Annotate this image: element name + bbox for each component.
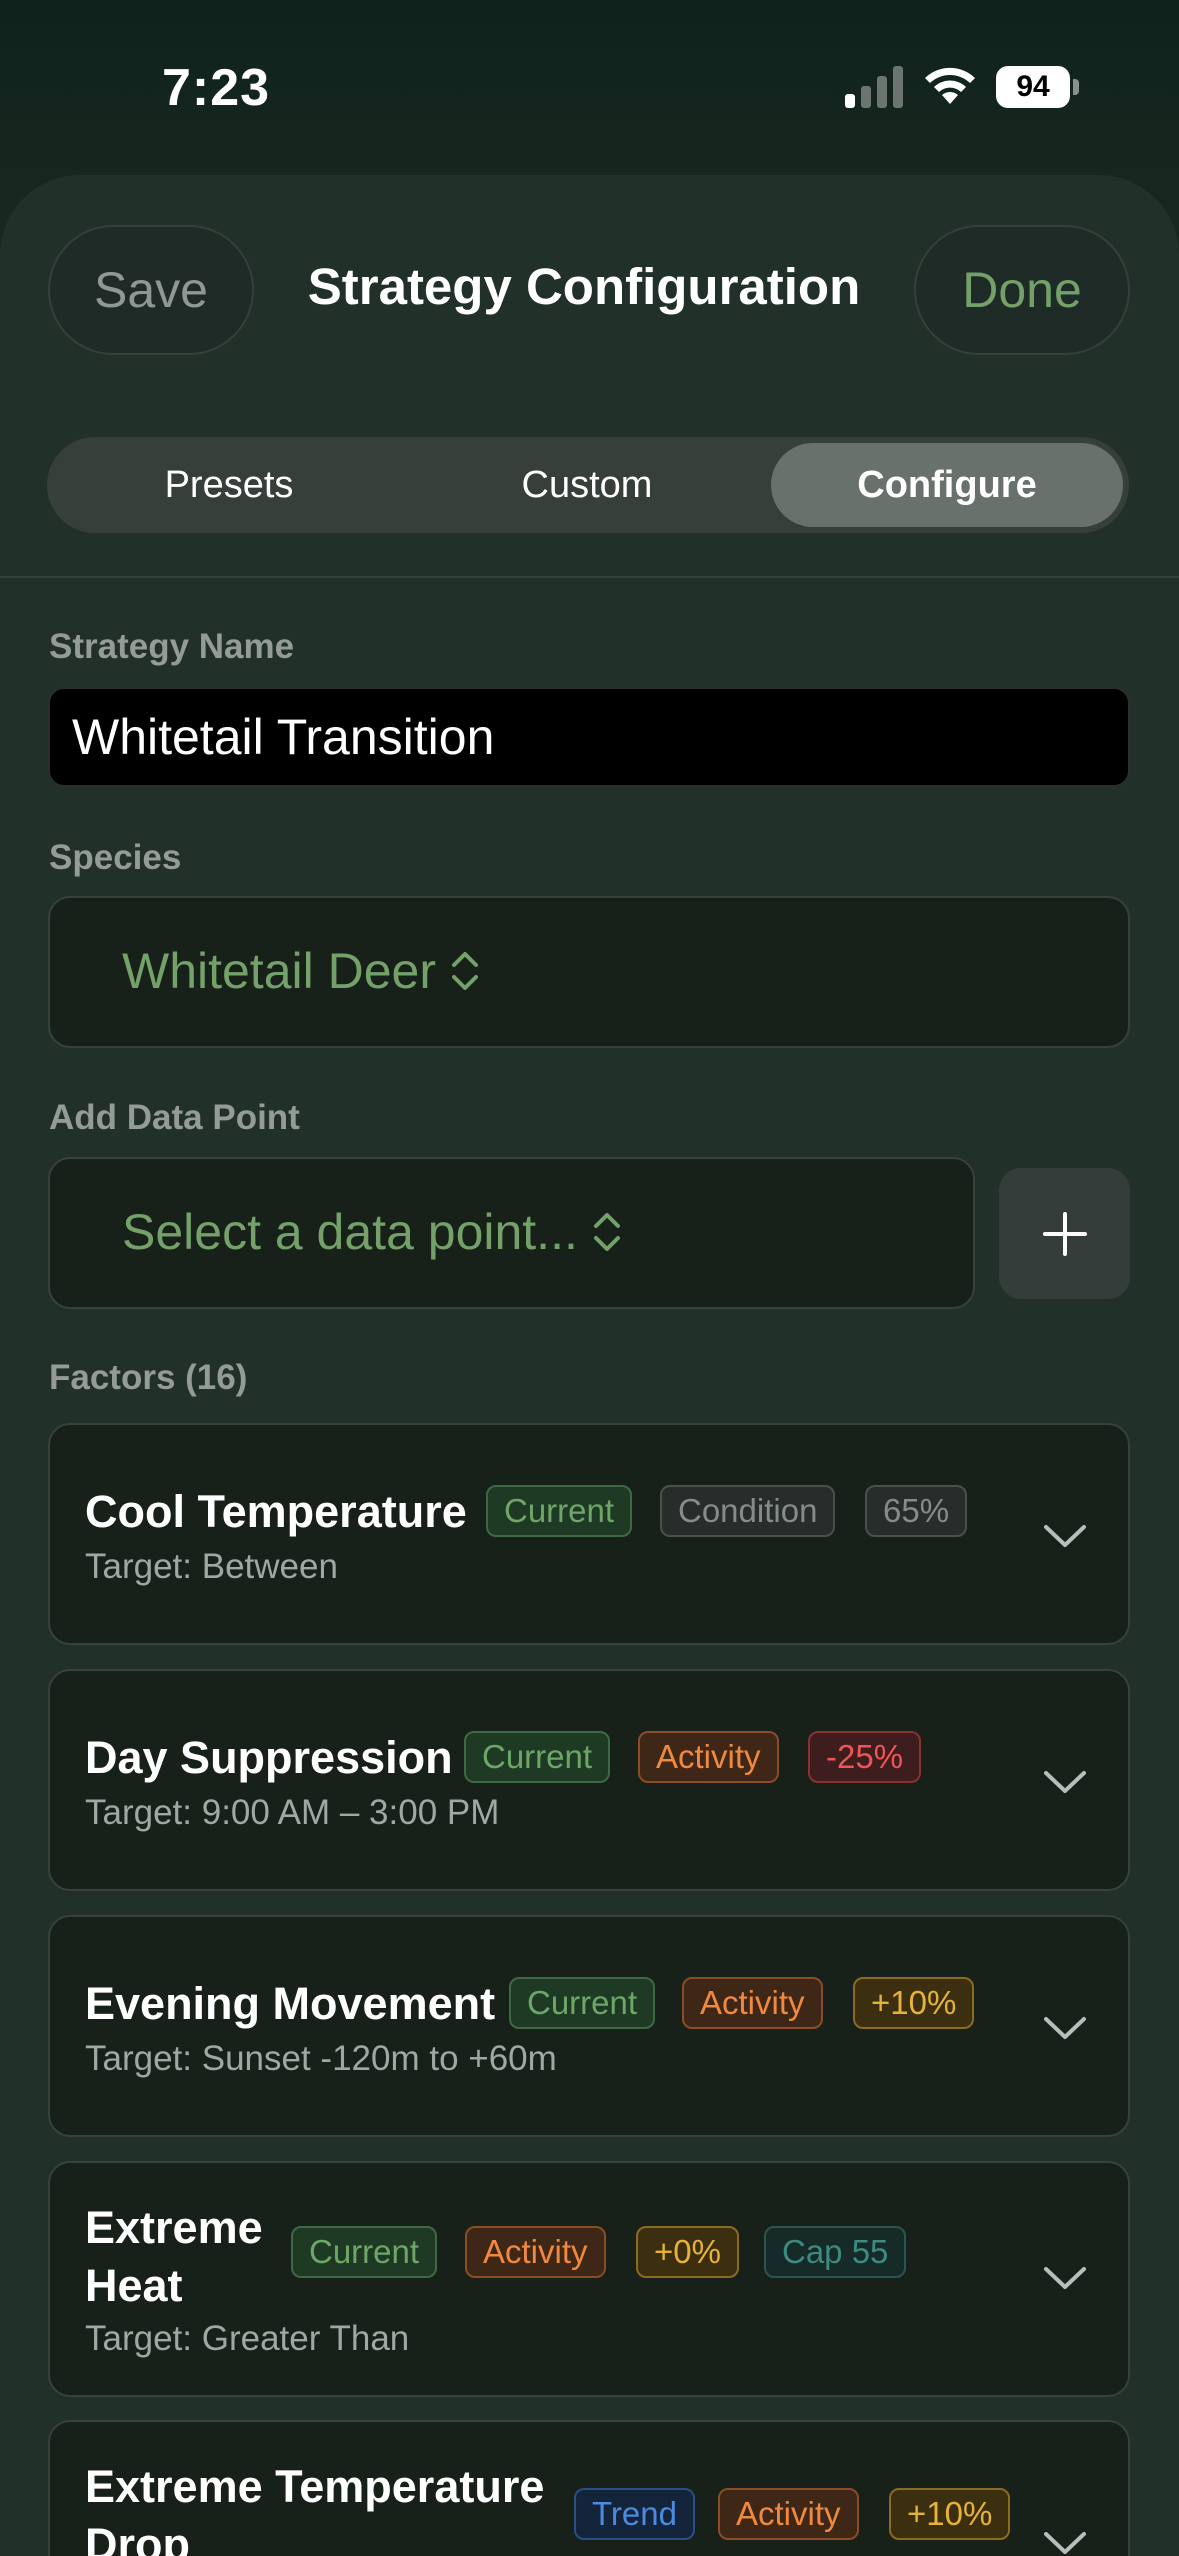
sheet-header: Save Strategy Configuration Done Presets… <box>0 175 1179 575</box>
factor-badge: Current <box>291 2226 438 2278</box>
tab-configure[interactable]: Configure <box>771 443 1123 527</box>
factor-target: Target: Greater Than <box>85 2319 410 2358</box>
factor-card-extreme-heat[interactable]: Extreme Heat Current Activity +0% Cap 55… <box>48 2161 1130 2397</box>
factor-title: Cool Temperature <box>85 1486 467 1537</box>
chevron-up-down-icon <box>452 952 478 990</box>
factor-badge: Activity <box>682 1977 823 2029</box>
factor-card-cool-temperature[interactable]: Cool Temperature Current Condition 65% T… <box>48 1423 1130 1645</box>
factor-badge: Current <box>509 1977 656 2029</box>
battery-icon: 94 <box>996 66 1080 108</box>
species-label: Species <box>49 838 182 877</box>
factor-badge: Cap 55 <box>764 2226 907 2278</box>
factor-badge: +10% <box>889 2488 1011 2540</box>
chevron-down-icon[interactable] <box>1042 2528 1088 2556</box>
strategy-name-label: Strategy Name <box>49 627 295 666</box>
factor-title: Evening Movement <box>85 1978 496 2029</box>
chevron-down-icon[interactable] <box>1042 2013 1088 2043</box>
chevron-down-icon[interactable] <box>1042 2263 1088 2293</box>
factor-card-extreme-temperature-drop[interactable]: Extreme Temperature Drop Trend Activity … <box>48 2420 1130 2556</box>
status-time: 7:23 <box>162 59 271 117</box>
plus-icon <box>1042 1211 1087 1256</box>
chevron-up-down-icon <box>593 1213 620 1251</box>
factor-badge: -25% <box>808 1731 922 1783</box>
add-data-point-button[interactable] <box>999 1168 1130 1299</box>
chevron-down-icon[interactable] <box>1042 1767 1088 1797</box>
factor-badge: Activity <box>718 2488 859 2540</box>
strategy-name-input[interactable]: Whitetail Transition <box>48 687 1130 787</box>
factor-badge: Current <box>486 1485 633 1537</box>
factor-badge: Current <box>464 1731 611 1783</box>
factors-label: Factors (16) <box>49 1358 248 1397</box>
save-button[interactable]: Save <box>48 225 254 355</box>
factor-title: Day Suppression <box>85 1732 453 1783</box>
mode-segmented-control: Presets Custom Configure <box>47 437 1129 533</box>
battery-level: 94 <box>996 66 1070 108</box>
factor-badge: +10% <box>853 1977 975 2029</box>
factor-target: Target: Sunset -120m to +60m <box>85 2039 557 2078</box>
cellular-signal-icon <box>845 64 905 108</box>
factor-target: Target: Between <box>85 1547 338 1586</box>
factor-badge: Trend <box>574 2488 695 2540</box>
header-divider <box>0 576 1179 578</box>
wifi-icon <box>925 67 975 104</box>
factor-badge: Condition <box>660 1485 836 1537</box>
page-title: Strategy Configuration <box>307 258 861 315</box>
chevron-down-icon[interactable] <box>1042 1521 1088 1551</box>
factor-title: Extreme Temperature Drop <box>85 2461 545 2556</box>
factor-badge: Activity <box>465 2226 606 2278</box>
tab-custom[interactable]: Custom <box>411 443 763 527</box>
factor-badge: +0% <box>636 2226 739 2278</box>
factor-card-day-suppression[interactable]: Day Suppression Current Activity -25% Ta… <box>48 1669 1130 1891</box>
data-point-placeholder: Select a data point... <box>122 1204 578 1260</box>
tab-presets[interactable]: Presets <box>53 443 405 527</box>
data-point-picker[interactable]: Select a data point... <box>48 1157 975 1309</box>
status-bar: 7:23 94 <box>0 0 1179 175</box>
factor-target: Target: 9:00 AM – 3:00 PM <box>85 1793 500 1832</box>
done-button[interactable]: Done <box>914 225 1130 355</box>
factor-card-evening-movement[interactable]: Evening Movement Current Activity +10% T… <box>48 1915 1130 2137</box>
factor-badge: 65% <box>865 1485 968 1537</box>
species-value: Whitetail Deer <box>122 943 436 999</box>
factor-title: Extreme Heat <box>85 2202 263 2311</box>
factor-badge: Activity <box>638 1731 779 1783</box>
species-picker[interactable]: Whitetail Deer <box>48 896 1130 1048</box>
add-data-point-label: Add Data Point <box>49 1098 300 1137</box>
